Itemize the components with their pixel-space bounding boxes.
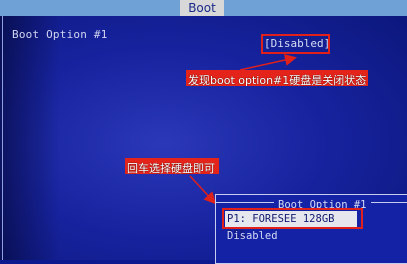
popup-option-disabled[interactable]: Disabled: [227, 230, 278, 242]
highlight-box-selection: [222, 208, 363, 229]
arrow-to-popup: [189, 175, 217, 205]
arrow-to-value: [239, 54, 297, 71]
